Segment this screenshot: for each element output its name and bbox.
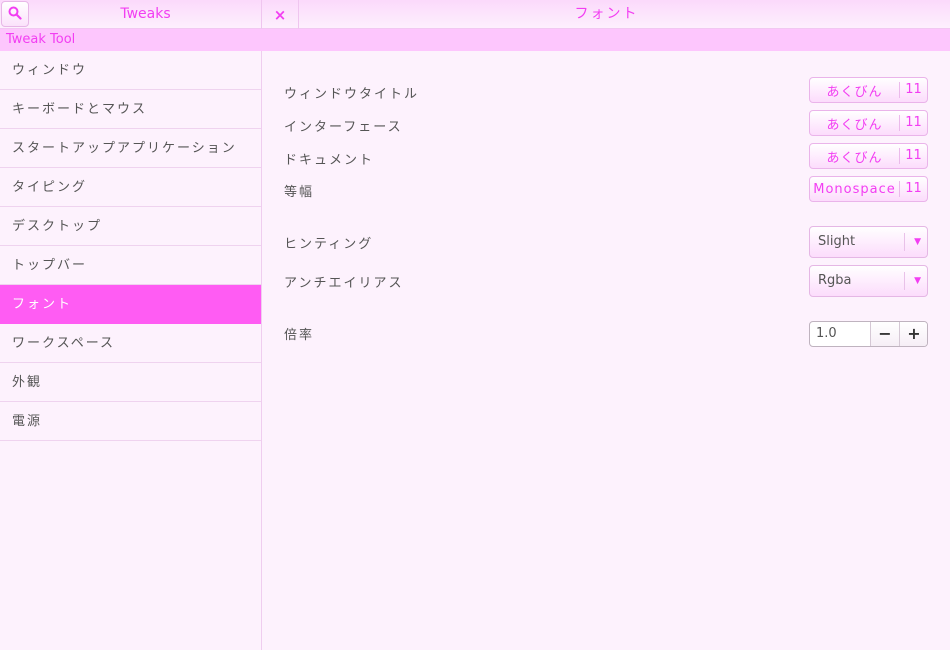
font-name: あくびん — [826, 150, 883, 166]
document-font-button[interactable]: あくびん 11 — [809, 143, 928, 169]
antialiasing-label: アンチエイリアス — [284, 276, 404, 291]
window-title-font-label: ウィンドウタイトル — [284, 87, 420, 102]
app-title: Tweaks — [120, 6, 171, 22]
header-bar: Tweaks × フォント — [0, 0, 950, 29]
dropdown-arrow-icon: ▼ — [914, 276, 921, 286]
window-title-font-button[interactable]: あくびん 11 — [809, 77, 928, 103]
sidebar-item-startup-apps[interactable]: スタートアップアプリケーション — [0, 129, 261, 168]
font-size: 11 — [899, 115, 927, 131]
sidebar: ウィンドウ キーボードとマウス スタートアップアプリケーション タイピング デス… — [0, 51, 262, 650]
subbar-label: Tweak Tool — [6, 32, 76, 47]
page-title: フォント — [574, 6, 639, 22]
sidebar-item-windows[interactable]: ウィンドウ — [0, 51, 261, 90]
antialiasing-value: Rgba — [818, 273, 852, 288]
interface-font-button[interactable]: あくびん 11 — [809, 110, 928, 136]
font-name: あくびん — [826, 117, 883, 133]
search-button[interactable] — [1, 1, 29, 27]
tweak-tool-window: Tweaks × フォント Tweak Tool ウィンドウ キーボードとマウス… — [0, 0, 950, 650]
scaling-spinbutton[interactable]: 1.0 − + — [809, 321, 928, 347]
font-size: 11 — [899, 82, 927, 98]
hinting-label: ヒンティング — [284, 237, 374, 252]
sidebar-item-keyboard-mouse[interactable]: キーボードとマウス — [0, 90, 261, 129]
interface-font-label: インターフェース — [284, 120, 403, 135]
sidebar-item-power[interactable]: 電源 — [0, 402, 261, 441]
font-size: 11 — [899, 181, 927, 197]
sidebar-item-typing[interactable]: タイピング — [0, 168, 261, 207]
increment-button[interactable]: + — [899, 322, 927, 346]
close-button[interactable]: × — [262, 0, 298, 29]
sidebar-item-appearance[interactable]: 外観 — [0, 363, 261, 402]
sidebar-item-fonts[interactable]: フォント — [0, 285, 261, 324]
sidebar-item-workspaces[interactable]: ワークスペース — [0, 324, 261, 363]
scaling-label: 倍率 — [284, 328, 315, 343]
scaling-value[interactable]: 1.0 — [816, 322, 837, 346]
document-font-label: ドキュメント — [284, 153, 375, 168]
hinting-combo[interactable]: Slight ▼ — [809, 226, 928, 258]
dropdown-arrow-icon: ▼ — [914, 237, 921, 247]
sidebar-item-top-bar[interactable]: トップバー — [0, 246, 261, 285]
monospace-font-label: 等幅 — [284, 185, 315, 200]
combo-divider — [904, 233, 905, 251]
combo-divider — [904, 272, 905, 290]
fonts-panel: ウィンドウタイトル あくびん 11 インターフェース あくびん 11 ドキュメン… — [262, 51, 950, 650]
monospace-font-button[interactable]: Monospace 11 — [809, 176, 928, 202]
font-size: 11 — [899, 148, 927, 164]
tool-subbar: Tweak Tool — [0, 29, 950, 51]
font-name: あくびん — [826, 84, 883, 100]
font-name: Monospace — [813, 181, 896, 197]
search-icon — [8, 5, 22, 24]
antialiasing-combo[interactable]: Rgba ▼ — [809, 265, 928, 297]
hinting-value: Slight — [818, 234, 856, 249]
decrement-button[interactable]: − — [870, 322, 899, 346]
sidebar-item-desktop[interactable]: デスクトップ — [0, 207, 261, 246]
